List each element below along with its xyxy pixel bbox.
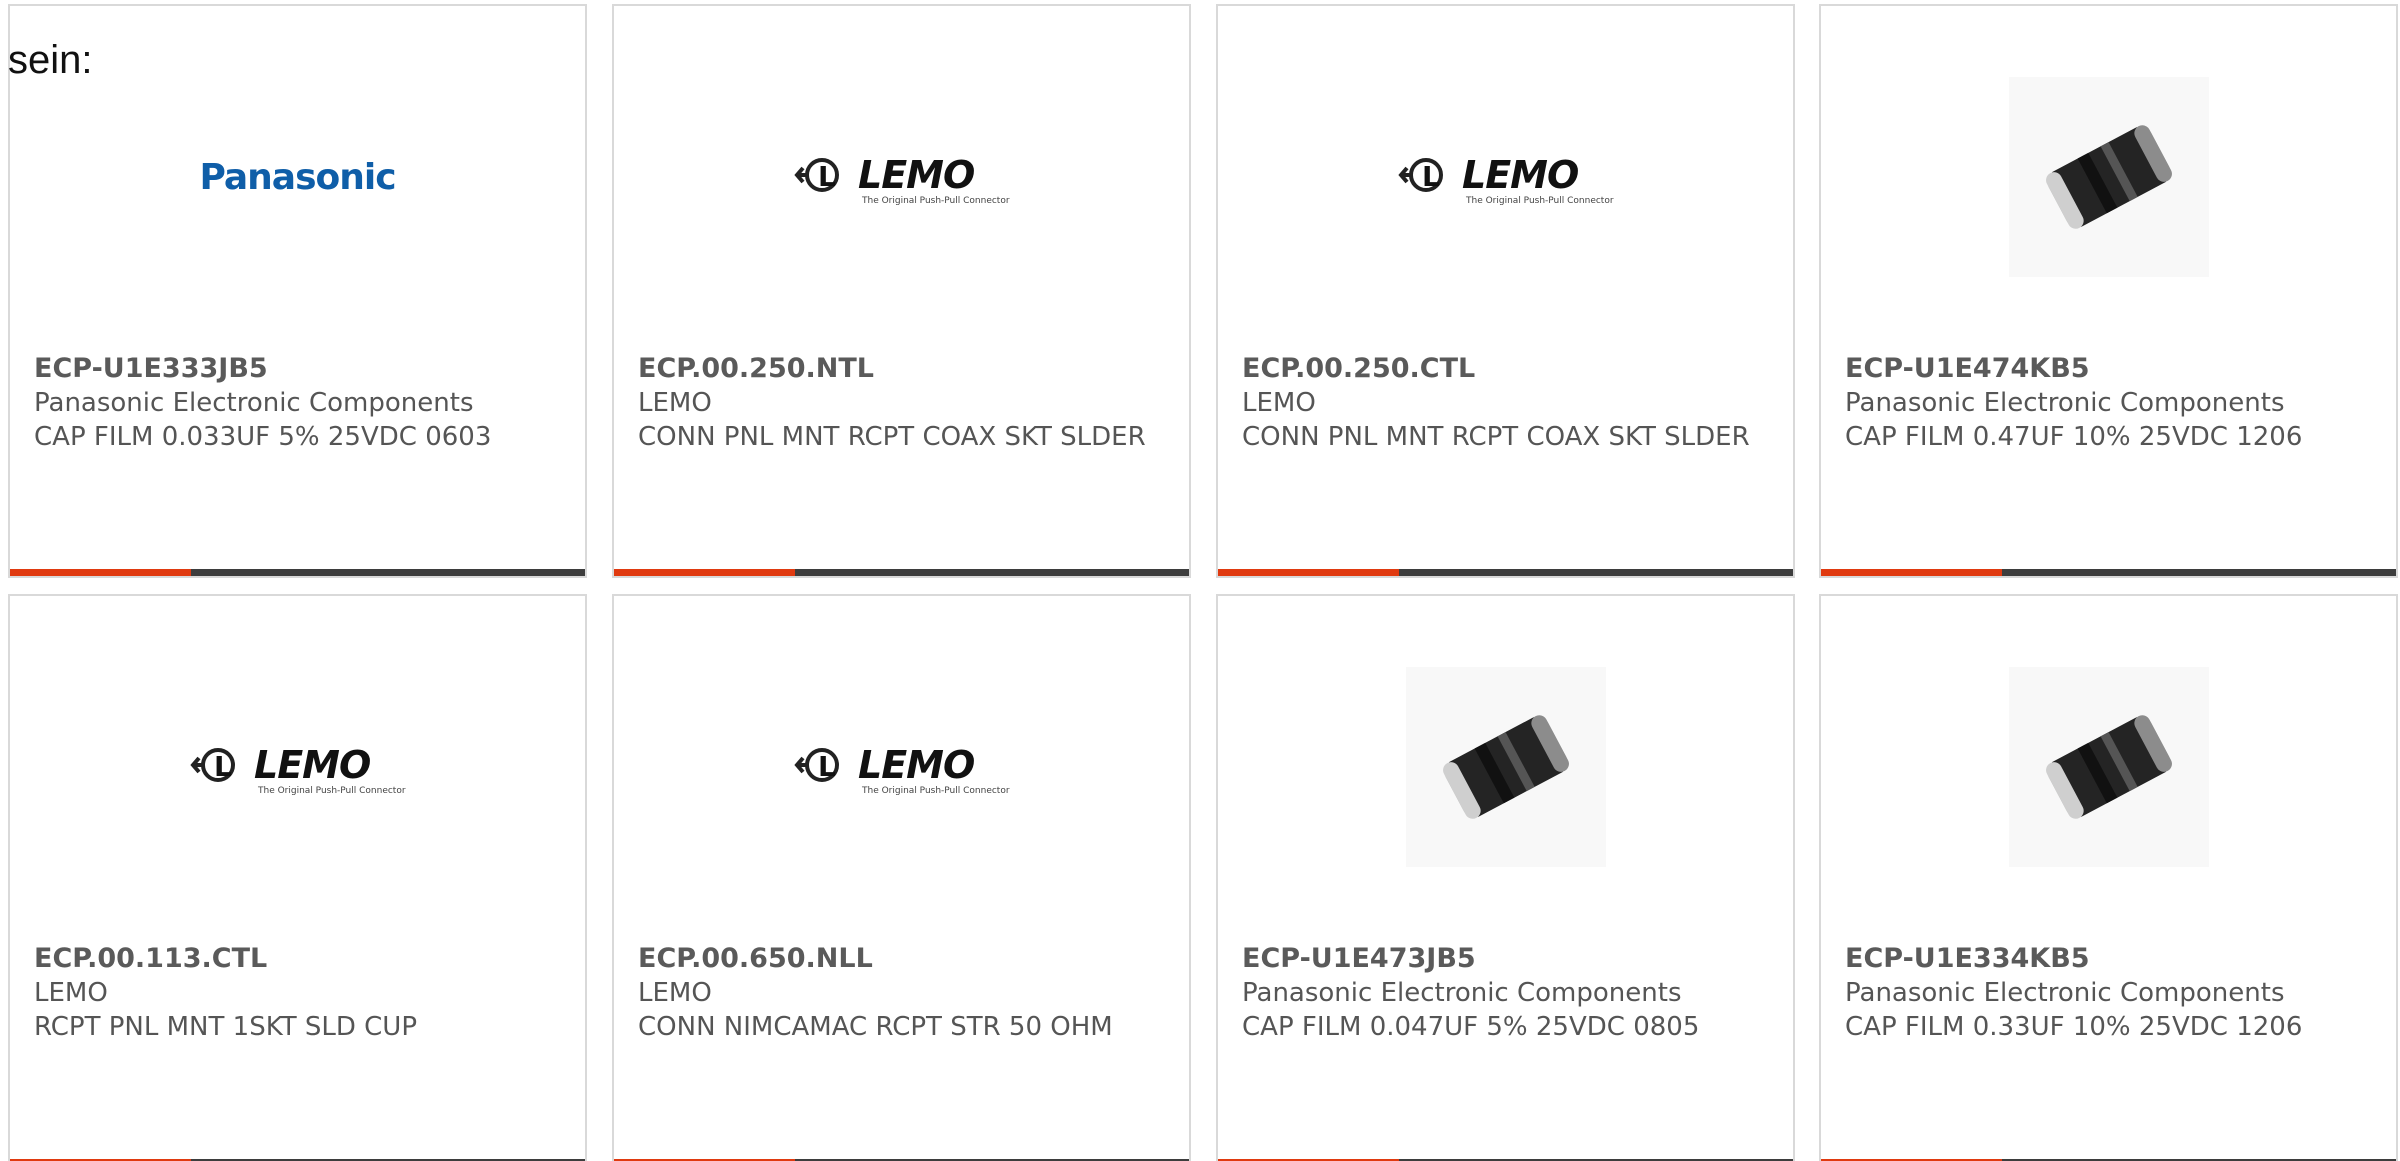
product-card-ecp-u1e474kb5[interactable]: ECP-U1E474KB5 Panasonic Electronic Compo…	[1819, 4, 2398, 578]
svg-text:L: L	[818, 160, 836, 193]
product-description: CAP FILM 0.047UF 5% 25VDC 0805	[1242, 1012, 1700, 1042]
card-bottom-bar	[614, 569, 1189, 576]
product-card-ecp-00-113-ctl[interactable]: L LEMO The Original Push-Pull Connector …	[8, 594, 587, 1161]
product-image-panasonic-logo[interactable]: Panasonic	[188, 72, 408, 282]
panasonic-logo: Panasonic	[199, 156, 396, 198]
part-number-link[interactable]: ECP-U1E474KB5	[1845, 352, 2376, 386]
product-card-ecp-u1e473jb5[interactable]: ECP-U1E473JB5 Panasonic Electronic Compo…	[1216, 594, 1795, 1161]
card-accent-bar	[614, 569, 795, 576]
product-description: CAP FILM 0.033UF 5% 25VDC 0603	[34, 422, 492, 452]
product-description: CAP FILM 0.47UF 10% 25VDC 1206	[1845, 422, 2303, 452]
lemo-tagline: The Original Push-Pull Connector	[861, 786, 1010, 796]
product-info: ECP.00.650.NLL LEMO CONN NIMCAMAC RCPT S…	[638, 942, 1169, 1044]
manufacturer-name: LEMO	[1242, 388, 1316, 418]
manufacturer-name: Panasonic Electronic Components	[1845, 388, 2285, 418]
chip-capacitor-image	[2008, 667, 2209, 867]
manufacturer-name: Panasonic Electronic Components	[1845, 978, 2285, 1008]
product-card-ecp-00-250-ntl[interactable]: L LEMO The Original Push-Pull Connector …	[612, 4, 1191, 578]
chip-capacitor-image	[2008, 77, 2209, 277]
manufacturer-name: Panasonic Electronic Components	[1242, 978, 1682, 1008]
manufacturer-name: Panasonic Electronic Components	[34, 388, 474, 418]
svg-text:L: L	[214, 750, 232, 783]
part-number-link[interactable]: ECP.00.250.NTL	[638, 352, 1169, 386]
part-number-link[interactable]: ECP.00.250.CTL	[1242, 352, 1773, 386]
lemo-logo: L LEMO The Original Push-Pull Connector	[1397, 153, 1614, 206]
product-card-ecp-u1e333jb5[interactable]: Panasonic ECP-U1E333JB5 Panasonic Electr…	[8, 4, 587, 578]
part-number-link[interactable]: ECP.00.113.CTL	[34, 942, 565, 976]
part-number-link[interactable]: ECP-U1E473JB5	[1242, 942, 1773, 976]
intro-text: sein:	[8, 38, 93, 82]
product-image-chip-capacitor[interactable]	[1999, 662, 2219, 872]
manufacturer-name: LEMO	[34, 978, 108, 1008]
manufacturer-name: LEMO	[638, 978, 712, 1008]
product-info: ECP-U1E473JB5 Panasonic Electronic Compo…	[1242, 942, 1773, 1044]
lemo-tagline: The Original Push-Pull Connector	[1465, 196, 1614, 206]
card-bottom-bar	[10, 569, 585, 576]
lemo-wordmark: LEMO	[858, 153, 974, 197]
part-number-link[interactable]: ECP-U1E334KB5	[1845, 942, 2376, 976]
card-accent-bar	[10, 569, 191, 576]
lemo-wordmark: LEMO	[1462, 153, 1578, 197]
product-description: CONN PNL MNT RCPT COAX SKT SLDER	[638, 422, 1146, 452]
part-number-link[interactable]: ECP-U1E333JB5	[34, 352, 565, 386]
lemo-logo: L LEMO The Original Push-Pull Connector	[189, 743, 406, 796]
lemo-wordmark: LEMO	[254, 743, 370, 787]
product-info: ECP.00.250.NTL LEMO CONN PNL MNT RCPT CO…	[638, 352, 1169, 454]
product-info: ECP.00.113.CTL LEMO RCPT PNL MNT 1SKT SL…	[34, 942, 565, 1044]
svg-text:L: L	[1422, 160, 1440, 193]
product-info: ECP.00.250.CTL LEMO CONN PNL MNT RCPT CO…	[1242, 352, 1773, 454]
product-card-ecp-00-650-nll[interactable]: L LEMO The Original Push-Pull Connector …	[612, 594, 1191, 1161]
product-image-lemo-logo[interactable]: L LEMO The Original Push-Pull Connector	[188, 662, 408, 872]
product-description: CONN NIMCAMAC RCPT STR 50 OHM	[638, 1012, 1113, 1042]
chip-capacitor-image	[1405, 667, 1606, 867]
product-image-lemo-logo[interactable]: L LEMO The Original Push-Pull Connector	[792, 72, 1012, 282]
part-number-link[interactable]: ECP.00.650.NLL	[638, 942, 1169, 976]
product-description: RCPT PNL MNT 1SKT SLD CUP	[34, 1012, 418, 1042]
lemo-logo: L LEMO The Original Push-Pull Connector	[793, 743, 1010, 796]
product-info: ECP-U1E334KB5 Panasonic Electronic Compo…	[1845, 942, 2376, 1044]
product-info: ECP-U1E474KB5 Panasonic Electronic Compo…	[1845, 352, 2376, 454]
product-image-lemo-logo[interactable]: L LEMO The Original Push-Pull Connector	[1396, 72, 1616, 282]
card-bottom-bar	[1821, 569, 2396, 576]
lemo-wordmark: LEMO	[858, 743, 974, 787]
product-grid: Panasonic ECP-U1E333JB5 Panasonic Electr…	[0, 0, 2400, 1161]
product-info: ECP-U1E333JB5 Panasonic Electronic Compo…	[34, 352, 565, 454]
product-results-page: sein: Panasonic ECP-U1E333JB5 Panasonic …	[0, 0, 2400, 1161]
svg-text:L: L	[818, 750, 836, 783]
lemo-tagline: The Original Push-Pull Connector	[861, 196, 1010, 206]
product-image-chip-capacitor[interactable]	[1396, 662, 1616, 872]
card-bottom-bar	[1218, 569, 1793, 576]
manufacturer-name: LEMO	[638, 388, 712, 418]
product-description: CAP FILM 0.33UF 10% 25VDC 1206	[1845, 1012, 2303, 1042]
lemo-logo: L LEMO The Original Push-Pull Connector	[793, 153, 1010, 206]
product-card-ecp-00-250-ctl[interactable]: L LEMO The Original Push-Pull Connector …	[1216, 4, 1795, 578]
product-image-lemo-logo[interactable]: L LEMO The Original Push-Pull Connector	[792, 662, 1012, 872]
card-accent-bar	[1218, 569, 1399, 576]
product-description: CONN PNL MNT RCPT COAX SKT SLDER	[1242, 422, 1750, 452]
card-accent-bar	[1821, 569, 2002, 576]
product-card-ecp-u1e334kb5[interactable]: ECP-U1E334KB5 Panasonic Electronic Compo…	[1819, 594, 2398, 1161]
product-image-chip-capacitor[interactable]	[1999, 72, 2219, 282]
lemo-tagline: The Original Push-Pull Connector	[257, 786, 406, 796]
